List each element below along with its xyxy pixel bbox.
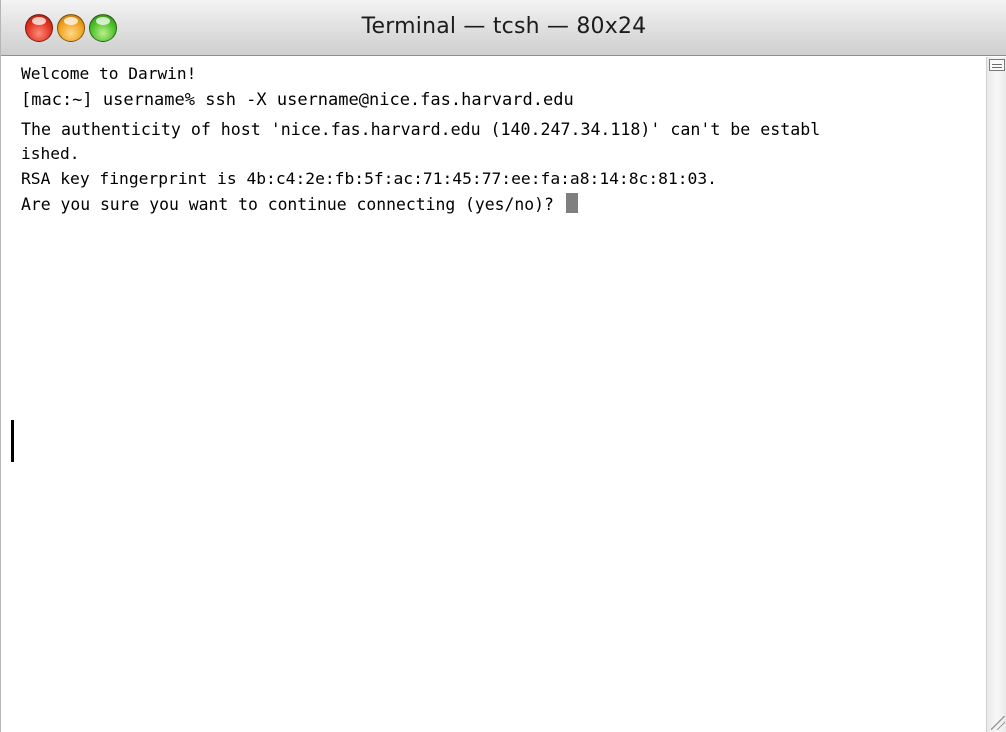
title-bar[interactable]: Terminal — tcsh — 80x24 — [1, 0, 1006, 56]
prompt-text: Are you sure you want to continue connec… — [21, 195, 564, 214]
text-cursor — [565, 193, 578, 213]
terminal-content[interactable]: Welcome to Darwin! [mac:~] username% ssh… — [11, 58, 979, 732]
window-title: Terminal — tcsh — 80x24 — [361, 14, 647, 39]
terminal-line: RSA key fingerprint is 4b:c4:2e:fb:5f:ac… — [21, 169, 717, 188]
vertical-scrollbar[interactable] — [986, 57, 1006, 732]
terminal-line: The authenticity of host 'nice.fas.harva… — [21, 120, 821, 139]
terminal-prompt-line: Are you sure you want to continue connec… — [21, 193, 578, 217]
resize-grip-icon[interactable] — [991, 716, 1005, 730]
terminal-line: ished. — [21, 144, 80, 163]
terminal-line: [mac:~] username% ssh -X username@nice.f… — [21, 90, 574, 110]
i-beam-mark — [11, 420, 14, 462]
terminal-line: Welcome to Darwin! — [21, 64, 197, 83]
split-view-icon[interactable] — [989, 59, 1005, 71]
terminal-window: Terminal — tcsh — 80x24 Welcome to Darwi… — [0, 0, 1006, 732]
